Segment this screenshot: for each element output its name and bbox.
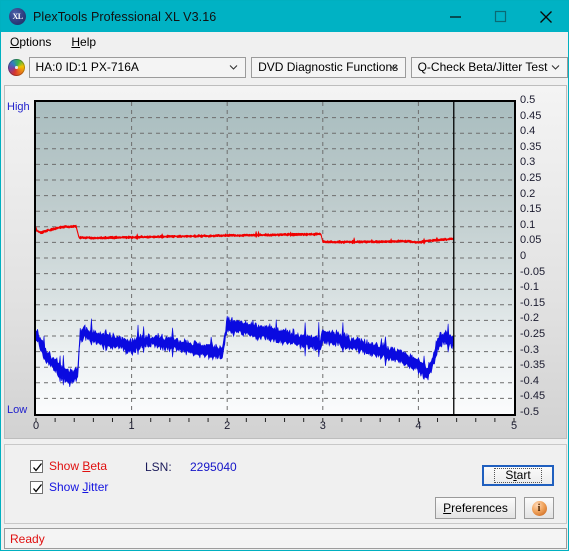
show-beta-checkbox[interactable]: [30, 459, 43, 473]
y-axis-tick-label: -0.05: [520, 265, 546, 278]
y-axis: 0.5 0.45 0.4 0.35 0.3 0.25 0.2 0.15 0.1 0.05 0 -0.0…: [520, 92, 564, 422]
y-axis-tick-label: 0.45: [520, 109, 542, 122]
y-axis-tick-label: -0.1: [520, 281, 539, 294]
test-select[interactable]: Q-Check Beta/Jitter Test: [410, 56, 569, 78]
window-controls: [433, 1, 568, 32]
y-axis-tick-label: -0.15: [520, 296, 546, 309]
x-axis-tick-label: 3: [319, 420, 326, 432]
chevron-down-icon: [229, 63, 238, 72]
lsn-value: 2295040: [190, 460, 237, 474]
optical-disc-icon: [8, 58, 25, 76]
menu-bar: Options Help: [2, 32, 568, 52]
title-bar: XL PlexTools Professional XL V3.16: [1, 1, 568, 32]
preferences-button[interactable]: Preferences: [435, 497, 516, 519]
test-select-value: Q-Check Beta/Jitter Test: [417, 60, 548, 74]
menu-item-help-label: elp: [80, 35, 97, 49]
show-jitter-label: Show Jitter: [49, 480, 109, 494]
menu-item-options-label: ptions: [19, 35, 52, 49]
y-axis-tick-label: 0.5: [520, 94, 536, 106]
preferences-button-label: Preferences: [443, 501, 508, 515]
y-axis-tick-label: 0.1: [520, 218, 536, 231]
x-axis-tick-label: 5: [510, 420, 518, 432]
menu-item-help[interactable]: Help: [71, 35, 96, 49]
function-select-value: DVD Diagnostic Functions: [258, 60, 399, 74]
minimize-icon[interactable]: [433, 1, 478, 32]
status-bar: Ready: [4, 528, 567, 549]
show-jitter-checkbox[interactable]: [30, 480, 43, 494]
menu-item-options[interactable]: Options: [10, 35, 51, 49]
x-axis-tick-label: 2: [224, 420, 231, 432]
controls-panel: Show Beta Show Jitter LSN: 2295040 Start…: [4, 444, 567, 524]
lsn-label: LSN:: [145, 460, 172, 474]
status-text: Ready: [10, 531, 45, 546]
y-axis-tick-label: -0.45: [520, 390, 546, 403]
beta-jitter-plot: [36, 102, 514, 414]
x-axis-tick-label: 4: [415, 420, 422, 432]
axis-label-high: High: [7, 101, 30, 113]
y-axis-tick-label: 0: [520, 250, 527, 262]
show-jitter-row[interactable]: Show Jitter: [30, 480, 108, 494]
chevron-down-icon: [551, 63, 560, 72]
y-axis-tick-label: 0.35: [520, 140, 542, 153]
start-button[interactable]: Start: [482, 465, 554, 486]
y-axis-tick-label: 0.2: [520, 187, 536, 200]
y-axis-tick-label: 0.15: [520, 203, 542, 216]
toolbar: HA:0 ID:1 PX-716A DVD Diagnostic Functio…: [2, 52, 569, 82]
y-axis-tick-label: -0.2: [520, 312, 539, 325]
y-axis-tick-label: 0.05: [520, 234, 542, 247]
show-beta-row[interactable]: Show Beta: [30, 459, 107, 473]
plot-area: [34, 100, 516, 416]
x-axis: 0 1 2 3 4 5: [32, 418, 518, 438]
close-icon[interactable]: [523, 1, 568, 32]
chart-panel: High Low 0.5 0.45 0.4 0.35 0.3 0.25 0.2 0.15 0.1…: [4, 85, 567, 439]
start-button-label: Start: [494, 468, 542, 483]
window-title: PlexTools Professional XL V3.16: [33, 9, 217, 24]
x-axis-tick-label: 0: [32, 420, 40, 432]
x-axis-tick-label: 1: [128, 420, 135, 432]
y-axis-tick-label: -0.35: [520, 359, 546, 372]
y-axis-tick-label: -0.5: [520, 406, 539, 418]
application-window: XL PlexTools Professional XL V3.16 Optio…: [0, 0, 569, 551]
y-axis-tick-label: -0.4: [520, 374, 539, 387]
y-axis-tick-label: 0.25: [520, 172, 542, 184]
plot-frame: [34, 100, 516, 416]
info-button[interactable]: i: [524, 497, 554, 519]
function-select[interactable]: DVD Diagnostic Functions: [251, 56, 406, 78]
maximize-icon[interactable]: [478, 1, 523, 32]
drive-select[interactable]: HA:0 ID:1 PX-716A: [28, 56, 247, 78]
axis-label-low: Low: [7, 404, 28, 416]
chevron-down-icon: [389, 63, 398, 72]
x-axis-ticks: [35, 418, 515, 422]
drive-select-value: HA:0 ID:1 PX-716A: [35, 60, 139, 74]
show-beta-label: Show Beta: [49, 459, 108, 473]
y-axis-tick-label: -0.25: [520, 328, 546, 340]
xl-logo-icon: XL: [9, 8, 26, 25]
y-axis-tick-label: -0.3: [520, 343, 539, 356]
info-icon: i: [531, 500, 547, 516]
y-axis-tick-label: 0.3: [520, 156, 536, 169]
y-axis-tick-label: 0.4: [520, 125, 536, 138]
